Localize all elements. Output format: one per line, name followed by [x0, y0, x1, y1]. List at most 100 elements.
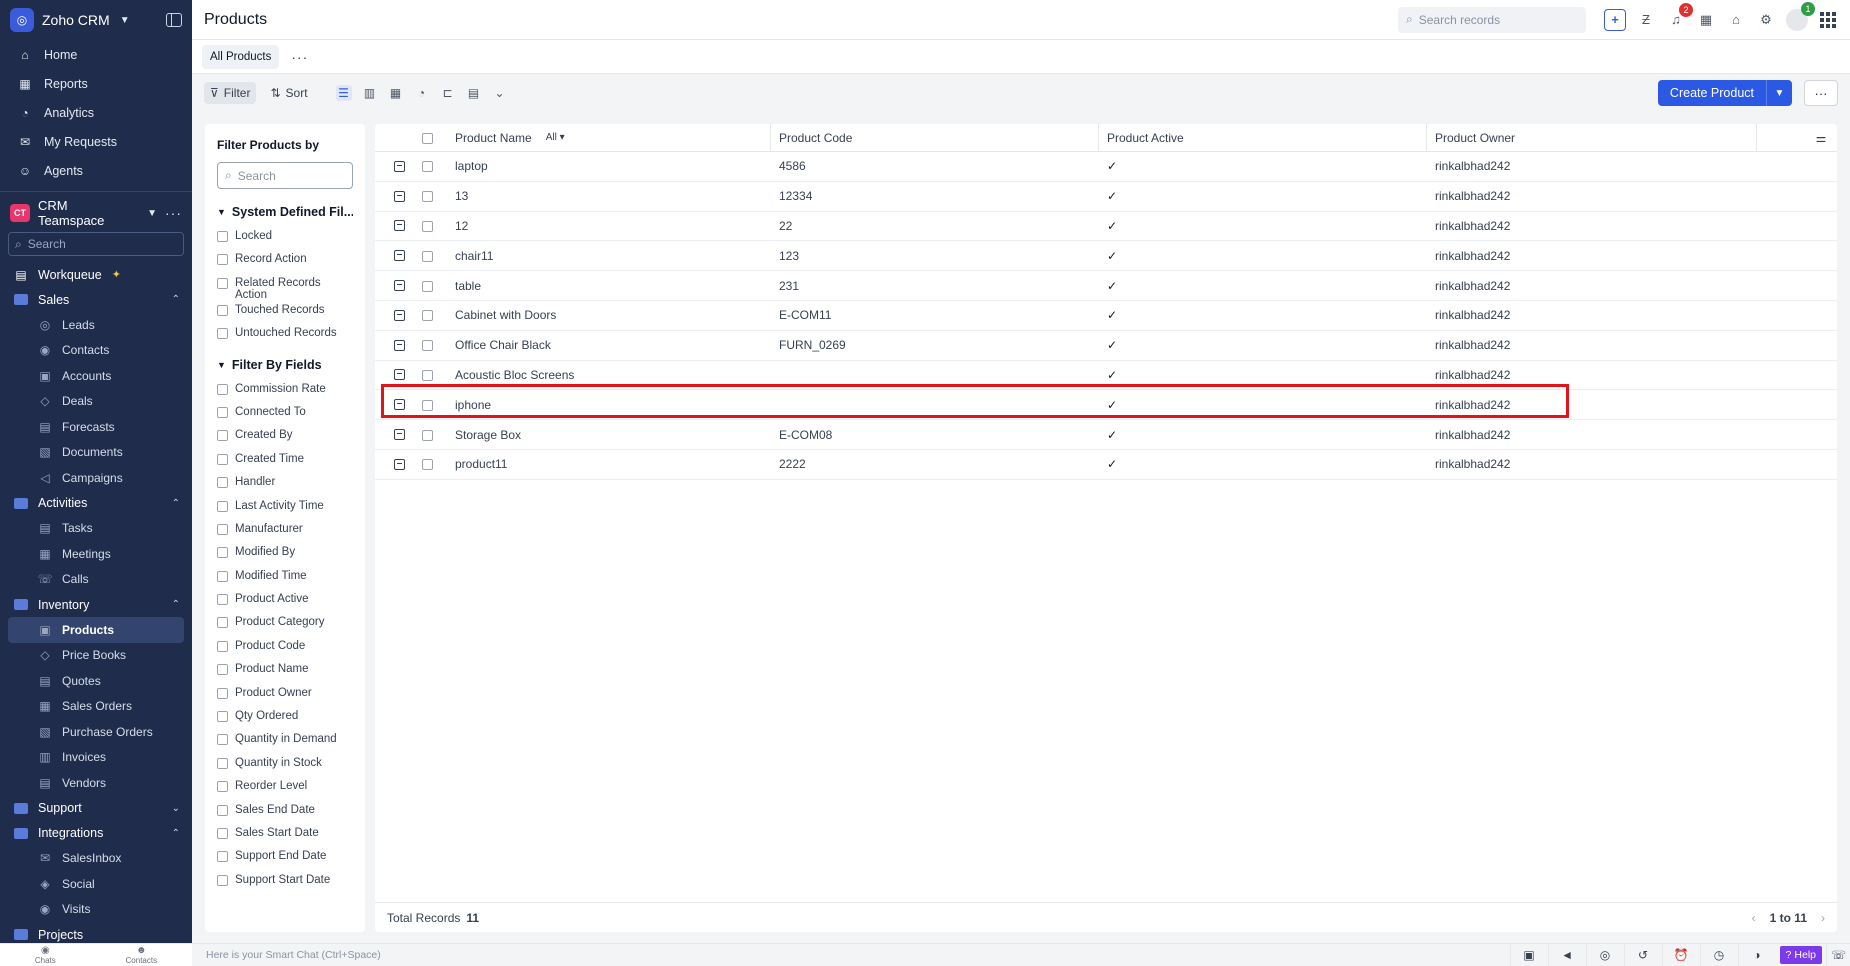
notes-icon[interactable] [393, 458, 405, 470]
notes-icon[interactable] [393, 190, 405, 202]
notes-icon[interactable] [393, 280, 405, 292]
table-row[interactable]: 13 12334 ✓ rinkalbhad242 [375, 182, 1837, 212]
checkbox[interactable] [421, 191, 433, 203]
sidebar-item-calls[interactable]: ☏ Calls [0, 567, 192, 593]
row-select-checkbox[interactable] [411, 301, 443, 330]
sidebar-group-sales[interactable]: Sales ⌃ [0, 287, 192, 312]
zia-icon[interactable]: Ƶ [1636, 10, 1656, 30]
filter-checkbox[interactable] [217, 711, 228, 723]
table-row[interactable]: laptop 4586 ✓ rinkalbhad242 [375, 152, 1837, 182]
column-product-active[interactable]: Product Active [1099, 123, 1427, 152]
filter-checkbox[interactable] [217, 687, 228, 699]
create-dropdown-icon[interactable]: ▼ [1766, 80, 1792, 106]
filter-checkbox[interactable] [217, 383, 228, 395]
filter-option-quantity-in-demand[interactable]: Quantity in Demand [217, 730, 353, 753]
notes-icon[interactable] [393, 339, 405, 351]
notes-icon[interactable] [393, 369, 405, 381]
sidebar-item-social[interactable]: ◈ Social [0, 871, 192, 897]
bell-icon[interactable]: ♫ 2 [1666, 2, 1693, 30]
chevron-down-icon[interactable]: ▼ [120, 15, 130, 26]
sidebar-group-activities[interactable]: Activities ⌃ [0, 491, 192, 516]
filter-option-product-code[interactable]: Product Code [217, 637, 353, 660]
column-settings-icon[interactable]: ⚌ [1797, 124, 1837, 152]
chart-view-icon[interactable]: ◔ [414, 85, 430, 101]
chevron-up-icon[interactable]: ⌃ [172, 599, 180, 610]
sidebar-toggle-icon[interactable] [166, 13, 182, 27]
filter-checkbox[interactable] [217, 547, 228, 559]
checkbox[interactable] [421, 250, 433, 262]
sidebar-item-purchase-orders[interactable]: ▧ Purchase Orders [0, 719, 192, 745]
filter-checkbox[interactable] [217, 304, 228, 316]
filter-checkbox[interactable] [217, 617, 228, 629]
filter-checkbox[interactable] [217, 477, 228, 489]
filter-option-support-end-date[interactable]: Support End Date [217, 847, 353, 870]
filter-option-last-activity-time[interactable]: Last Activity Time [217, 497, 353, 520]
filter-option-support-start-date[interactable]: Support Start Date [217, 871, 353, 894]
feedback-icon[interactable]: ☏ [1826, 943, 1850, 966]
sidebar-item-workqueue[interactable]: ▤ Workqueue ✦ [0, 262, 192, 287]
filter-checkbox[interactable] [217, 523, 228, 535]
avatar[interactable]: 1 [1786, 1, 1815, 31]
next-page-icon[interactable]: › [1821, 911, 1825, 925]
row-notes-cell[interactable] [375, 241, 411, 270]
help-button[interactable]: ? Help [1779, 946, 1822, 964]
row-select-checkbox[interactable] [411, 212, 443, 241]
sidebar-item-analytics[interactable]: ◔ Analytics [0, 98, 192, 127]
filter-checkbox[interactable] [217, 827, 228, 839]
row-notes-cell[interactable] [375, 271, 411, 300]
create-plus-button[interactable]: + [1604, 8, 1626, 31]
name-filter-dropdown[interactable]: All ▾ [546, 132, 565, 143]
product-name-cell[interactable]: 13 [443, 182, 771, 211]
filter-option-handler[interactable]: Handler [217, 473, 353, 496]
product-name-cell[interactable]: Office Chair Black [443, 331, 771, 360]
filter-option-commission-rate[interactable]: Commission Rate [217, 380, 353, 403]
row-select-checkbox[interactable] [411, 271, 443, 300]
filter-option-untouched-records[interactable]: Untouched Records [217, 324, 353, 347]
filter-option-product-active[interactable]: Product Active [217, 590, 353, 613]
row-select-checkbox[interactable] [411, 241, 443, 270]
row-select-checkbox[interactable] [411, 450, 443, 479]
row-notes-cell[interactable] [375, 182, 411, 211]
product-name-cell[interactable]: laptop [443, 152, 771, 181]
filter-checkbox[interactable] [217, 734, 228, 746]
table-row[interactable]: Office Chair Black FURN_0269 ✓ rinkalbhad24… [375, 331, 1837, 361]
alarm-icon[interactable]: ⏰ [1661, 943, 1700, 966]
brand[interactable]: ◎ Zoho CRM ▼ [0, 0, 192, 40]
filter-checkbox[interactable] [217, 231, 228, 242]
product-name-cell[interactable]: Acoustic Bloc Screens [443, 361, 771, 390]
chevron-up-icon[interactable]: ⌃ [172, 828, 180, 839]
sheet-view-icon[interactable]: ▤ [466, 85, 482, 101]
filter-option-manufacturer[interactable]: Manufacturer [217, 520, 353, 543]
sidebar-item-salesinbox[interactable]: ✉ SalesInbox [0, 846, 192, 872]
column-product-code[interactable]: Product Code [771, 123, 1099, 152]
row-select-checkbox[interactable] [411, 331, 443, 360]
smart-chat-input[interactable]: Here is your Smart Chat (Ctrl+Space) [206, 949, 381, 961]
notes-icon[interactable] [393, 220, 405, 232]
product-name-cell[interactable]: table [443, 271, 771, 300]
checkbox[interactable] [421, 429, 433, 441]
more-icon[interactable]: ··· [165, 205, 182, 221]
filter-checkbox[interactable] [217, 328, 228, 340]
sidebar-search-input[interactable]: ⌕ Search [8, 232, 184, 256]
tab-all-products[interactable]: All Products [202, 44, 280, 69]
chevron-down-icon[interactable]: ▼ [147, 208, 157, 219]
checkbox[interactable] [421, 310, 433, 322]
filter-checkbox[interactable] [217, 277, 228, 289]
sidebar-item-accounts[interactable]: ▣ Accounts [0, 363, 192, 389]
table-row[interactable]: Acoustic Bloc Screens ✓ rinkalbhad242 [375, 361, 1837, 391]
announcement-icon[interactable]: ◄ [1547, 943, 1586, 966]
sidebar-item-contacts[interactable]: ◉ Contacts [0, 338, 192, 364]
sidebar-item-reports[interactable]: ▦ Reports [0, 69, 192, 98]
sidebar-item-home[interactable]: ⌂ Home [0, 40, 192, 69]
filter-checkbox[interactable] [217, 640, 228, 652]
checkbox[interactable] [421, 340, 433, 352]
sidebar-item-forecasts[interactable]: ▤ Forecasts [0, 414, 192, 440]
filter-option-quantity-in-stock[interactable]: Quantity in Stock [217, 754, 353, 777]
product-name-cell[interactable]: Cabinet with Doors [443, 301, 771, 330]
more-views-icon[interactable]: ··· [291, 49, 308, 65]
select-all-checkbox[interactable] [411, 124, 443, 152]
sidebar-item-quotes[interactable]: ▤ Quotes [0, 668, 192, 694]
checkbox[interactable] [421, 220, 433, 232]
filter-checkbox[interactable] [217, 664, 228, 676]
product-name-cell[interactable]: chair11 [443, 241, 771, 270]
